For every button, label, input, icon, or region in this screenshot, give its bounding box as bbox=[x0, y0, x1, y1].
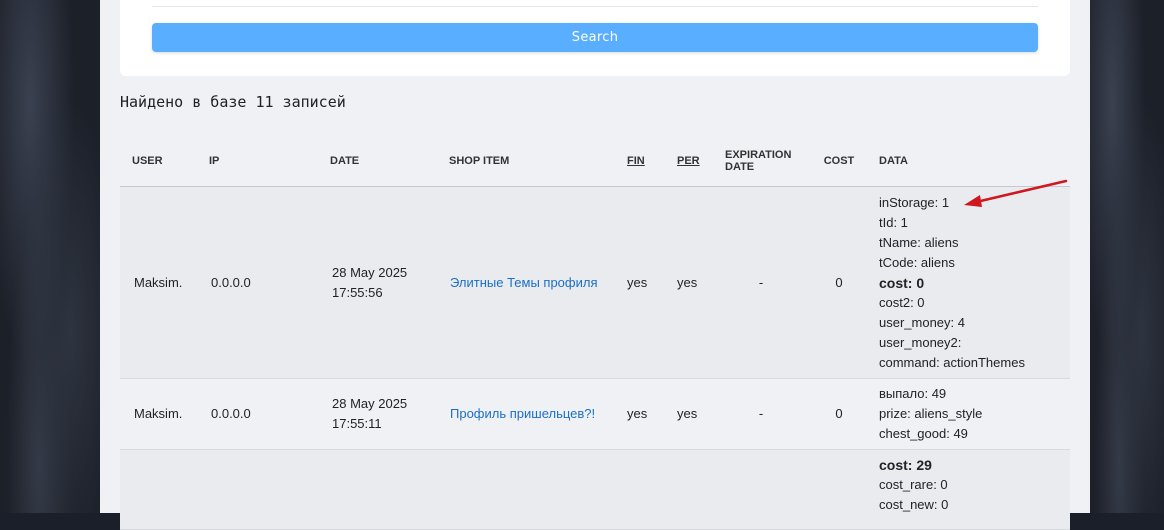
results-count: Найдено в базе 11 записей bbox=[120, 93, 346, 111]
cell-fin bbox=[615, 450, 665, 530]
header-expiration-line2: DATE bbox=[725, 161, 755, 173]
data-line: prize: aliens_style bbox=[879, 406, 983, 421]
cell-ip bbox=[197, 450, 318, 530]
header-date[interactable]: DATE bbox=[318, 136, 437, 187]
data-line-cost: cost: 29 bbox=[879, 457, 932, 473]
search-button[interactable]: Search bbox=[152, 23, 1038, 52]
cell-expiration: - bbox=[758, 406, 764, 421]
cell-fin: yes bbox=[627, 274, 648, 290]
cell-expiration bbox=[715, 450, 807, 530]
data-line: cost_new: 0 bbox=[879, 497, 949, 512]
cell-shop-item: Элитные Темы профиля bbox=[437, 187, 615, 379]
cell-data: inStorage: 1 tId: 1 tName: aliens tCode:… bbox=[871, 187, 1070, 379]
background-left bbox=[0, 0, 100, 513]
time-value: 17:55:56 bbox=[332, 284, 383, 300]
cell-cost: 0 bbox=[835, 274, 843, 290]
main-content: Search Найдено в базе 11 записей USER IP… bbox=[100, 0, 1090, 530]
background-right bbox=[1090, 0, 1164, 513]
cell-cost bbox=[807, 450, 871, 530]
data-line: выпало: 49 bbox=[879, 386, 947, 401]
cell-per bbox=[665, 450, 715, 530]
shop-item-link[interactable]: Профиль пришельцев?! bbox=[450, 406, 595, 421]
time-value: 17:55:11 bbox=[332, 416, 382, 431]
table-row: Maksim. 0.0.0.0 28 May 2025 17:55:11 Про… bbox=[120, 378, 1070, 450]
header-fin[interactable]: FIN bbox=[615, 136, 665, 187]
cell-expiration: - bbox=[758, 274, 764, 290]
date-value: 28 May 2025 bbox=[332, 396, 408, 411]
data-line: user_money2: bbox=[879, 334, 962, 350]
data-line: tName: aliens bbox=[879, 234, 959, 250]
data-line: tId: 1 bbox=[879, 214, 908, 230]
header-expiration-line1: EXPIRATION bbox=[725, 149, 792, 161]
data-line: cost_rare: 0 bbox=[879, 477, 948, 492]
table-header-row: USER IP DATE SHOP ITEM FIN PER EXPIRATIO… bbox=[120, 136, 1070, 187]
header-shop-item[interactable]: SHOP ITEM bbox=[437, 136, 615, 187]
header-cost[interactable]: COST bbox=[807, 136, 871, 187]
data-line: user_money: 4 bbox=[879, 314, 965, 330]
data-line: cost2: 0 bbox=[879, 294, 925, 310]
cell-user bbox=[120, 450, 197, 530]
data-line-cost: cost: 0 bbox=[879, 274, 925, 291]
cell-shop-item: Профиль пришельцев?! bbox=[437, 379, 615, 450]
cell-user: Maksim. bbox=[134, 406, 183, 421]
cell-ip: 0.0.0.0 bbox=[211, 274, 251, 290]
cell-data: cost: 29 cost_rare: 0 cost_new: 0 bbox=[871, 450, 1070, 530]
header-ip[interactable]: IP bbox=[197, 136, 318, 187]
divider bbox=[152, 6, 1038, 7]
cell-user: Maksim. bbox=[134, 274, 183, 290]
cell-date: 28 May 2025 17:55:11 bbox=[318, 379, 437, 450]
cell-data: выпало: 49 prize: aliens_style chest_goo… bbox=[871, 379, 1070, 450]
cell-shop-item bbox=[437, 450, 615, 530]
date-value: 28 May 2025 bbox=[332, 264, 408, 280]
cell-cost: 0 bbox=[835, 406, 843, 421]
cell-ip: 0.0.0.0 bbox=[211, 406, 251, 421]
shop-item-link[interactable]: Элитные Темы профиля bbox=[450, 275, 598, 290]
search-card: Search bbox=[120, 0, 1070, 76]
cell-per: yes bbox=[677, 406, 698, 421]
data-line: command: actionThemes bbox=[879, 354, 1025, 370]
results-table: USER IP DATE SHOP ITEM FIN PER EXPIRATIO… bbox=[120, 136, 1070, 530]
table-row: cost: 29 cost_rare: 0 cost_new: 0 bbox=[120, 449, 1070, 530]
cell-per: yes bbox=[677, 274, 698, 290]
header-user[interactable]: USER bbox=[120, 136, 197, 187]
cell-fin: yes bbox=[627, 406, 648, 421]
table-row: Maksim. 0.0.0.0 28 May 2025 17:55:56 Эли… bbox=[120, 186, 1070, 379]
header-per[interactable]: PER bbox=[665, 136, 715, 187]
annotation-arrow-icon bbox=[964, 179, 1068, 207]
data-line: chest_good: 49 bbox=[879, 426, 968, 441]
cell-date: 28 May 2025 17:55:56 bbox=[318, 187, 437, 379]
data-line: tCode: aliens bbox=[879, 254, 955, 270]
cell-date bbox=[318, 450, 437, 530]
header-expiration-date[interactable]: EXPIRATION DATE bbox=[715, 136, 807, 187]
